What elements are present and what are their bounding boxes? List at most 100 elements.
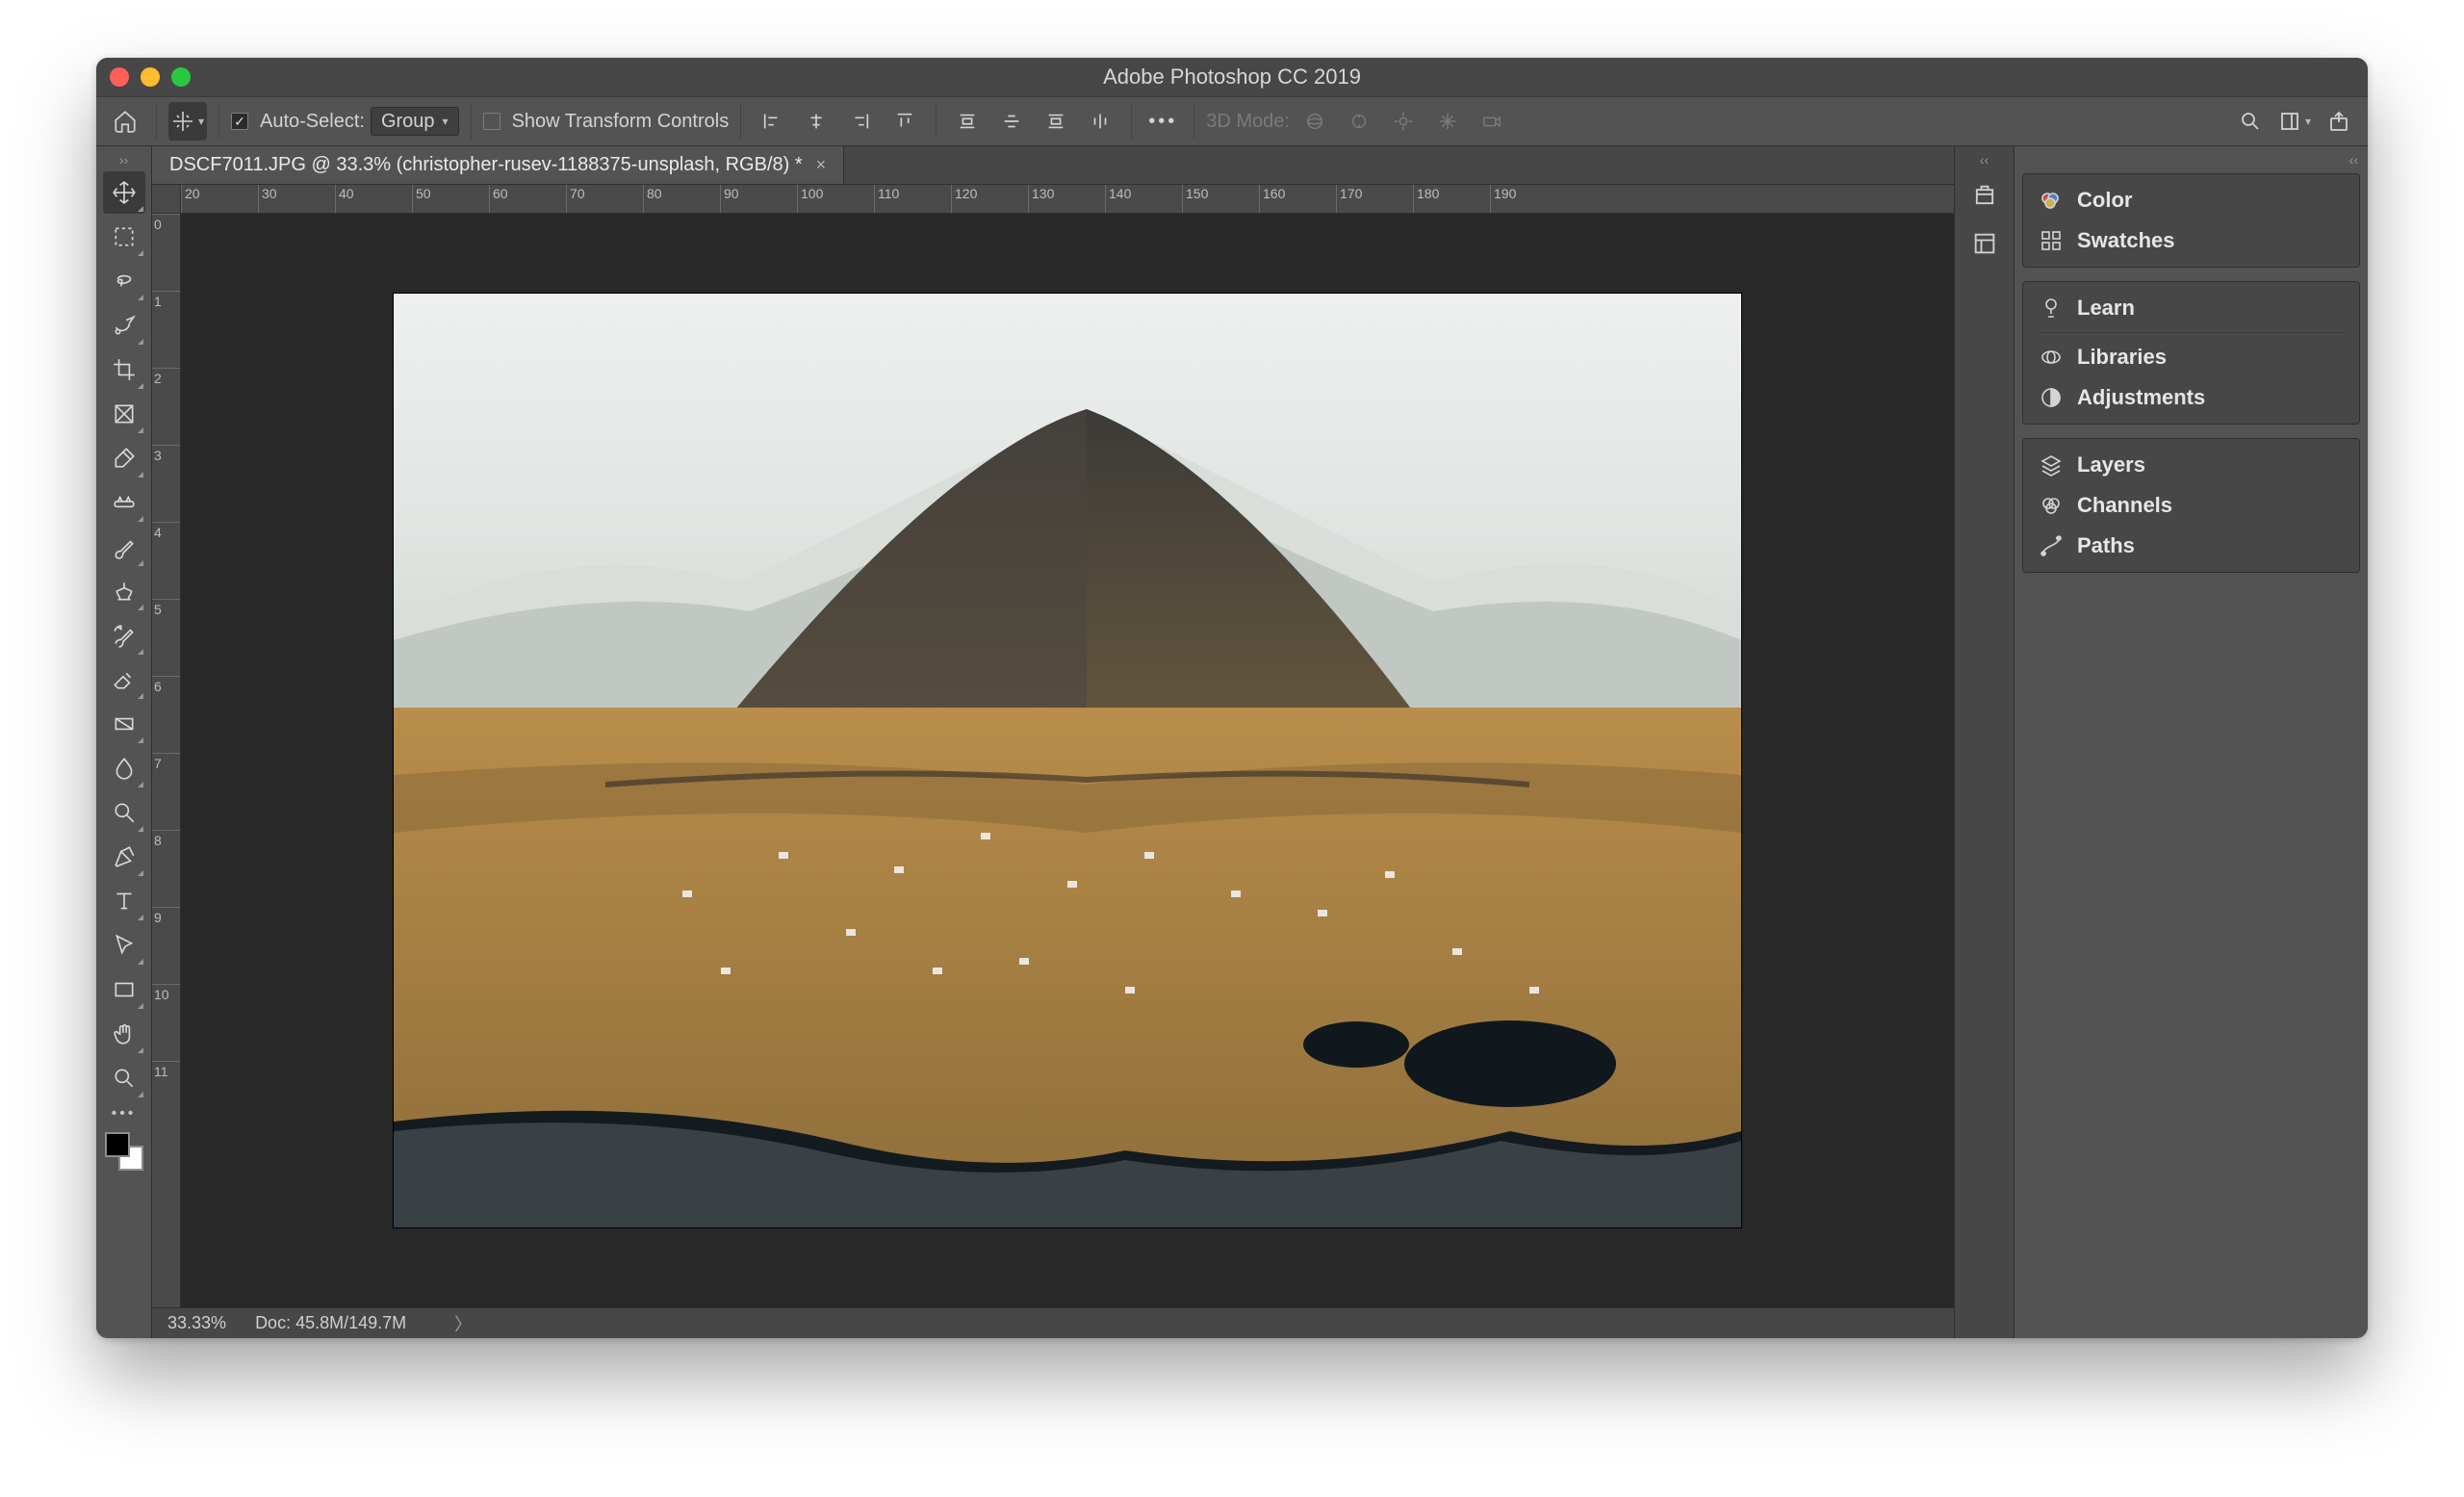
ruler-h-tick: 60 — [489, 185, 566, 214]
frame-tool[interactable] — [103, 393, 145, 435]
type-tool[interactable] — [103, 880, 145, 922]
history-panel-icon[interactable] — [1963, 173, 2007, 218]
chevron-down-icon: ▾ — [2305, 115, 2311, 128]
canvas-viewport[interactable] — [181, 214, 1954, 1307]
window-title: Adobe Photoshop CC 2019 — [96, 65, 2368, 90]
marquee-tool[interactable] — [103, 216, 145, 258]
distribute-top-button[interactable] — [948, 102, 987, 141]
panel-tab-learn[interactable]: Learn — [2023, 288, 2359, 328]
dodge-tool[interactable] — [103, 791, 145, 834]
crop-tool[interactable] — [103, 348, 145, 391]
learn-icon — [2039, 296, 2064, 321]
canvas-image — [394, 294, 1741, 1227]
panel-tab-paths[interactable]: Paths — [2023, 526, 2359, 566]
chevron-down-icon: ▾ — [198, 115, 204, 128]
align-hcenter-button[interactable] — [797, 102, 835, 141]
status-flyout-button[interactable]: 〉 — [454, 1311, 472, 1336]
panel-tab-label: Paths — [2077, 533, 2135, 558]
tool-preset-button[interactable]: ▾ — [168, 102, 207, 141]
panel-tab-channels[interactable]: Channels — [2023, 485, 2359, 526]
panel-tab-layers[interactable]: Layers — [2023, 445, 2359, 485]
eyedropper-tool[interactable] — [103, 437, 145, 479]
right-panels: ‹‹ ‹‹ Color Swatches Learn Libraries Adjust… — [1954, 146, 2368, 1338]
ruler-h-tick: 80 — [643, 185, 720, 214]
brush-tool[interactable] — [103, 526, 145, 568]
mode3d-orbit-button[interactable] — [1296, 102, 1334, 141]
document-tab-label: DSCF7011.JPG @ 33.3% (christopher-rusev-… — [169, 154, 803, 176]
align-left-button[interactable] — [753, 102, 791, 141]
window-traffic-lights — [110, 67, 191, 87]
align-more-button[interactable]: ••• — [1143, 102, 1182, 141]
show-transform-checkbox[interactable] — [483, 113, 500, 130]
path-select-tool[interactable] — [103, 924, 145, 967]
clone-stamp-tool[interactable] — [103, 570, 145, 612]
share-button[interactable] — [2320, 102, 2358, 141]
panel-tab-label: Libraries — [2077, 345, 2167, 370]
expand-strip-button[interactable]: ‹‹ — [1980, 152, 1989, 169]
ruler-vertical[interactable]: 01234567891011 — [152, 214, 181, 1307]
document-tab[interactable]: DSCF7011.JPG @ 33.3% (christopher-rusev-… — [152, 146, 844, 184]
lasso-tool[interactable] — [103, 260, 145, 302]
color-swatches[interactable] — [105, 1132, 143, 1171]
mode3d-label: 3D Mode: — [1206, 111, 1290, 133]
panel-tab-swatches[interactable]: Swatches — [2023, 220, 2359, 261]
move-tool[interactable] — [103, 171, 145, 214]
collapsed-panel-strip: ‹‹ — [1955, 146, 2015, 1338]
adjustments-icon — [2039, 385, 2064, 410]
mode3d-pan-button[interactable] — [1384, 102, 1423, 141]
panel-tab-label: Color — [2077, 188, 2132, 213]
zoom-tool[interactable] — [103, 1057, 145, 1099]
home-button[interactable] — [106, 102, 144, 141]
status-doc-size[interactable]: Doc: 45.8M/149.7M — [255, 1313, 406, 1333]
panel-tab-libraries[interactable]: Libraries — [2023, 337, 2359, 377]
search-button[interactable] — [2231, 102, 2270, 141]
ruler-h-tick: 110 — [874, 185, 951, 214]
foreground-swatch[interactable] — [105, 1132, 130, 1157]
auto-select-target-value: Group — [381, 111, 435, 133]
panel-tab-adjustments[interactable]: Adjustments — [2023, 377, 2359, 418]
gradient-tool[interactable] — [103, 703, 145, 745]
ruler-horizontal[interactable]: 2030405060708090100110120130140150160170… — [181, 185, 1954, 214]
ruler-h-tick: 140 — [1105, 185, 1182, 214]
properties-panel-icon[interactable] — [1963, 221, 2007, 266]
color-icon — [2039, 188, 2064, 213]
hand-tool[interactable] — [103, 1013, 145, 1055]
distribute-hcenter-button[interactable] — [1081, 102, 1119, 141]
distribute-bottom-button[interactable] — [1037, 102, 1075, 141]
auto-select-label: Auto-Select: — [260, 111, 365, 133]
edit-toolbar-button[interactable]: ••• — [112, 1105, 137, 1123]
close-tab-button[interactable]: × — [816, 155, 827, 175]
swatches-icon — [2039, 228, 2064, 253]
align-right-button[interactable] — [841, 102, 880, 141]
pen-tool[interactable] — [103, 836, 145, 878]
distribute-vcenter-button[interactable] — [992, 102, 1031, 141]
panel-group-color: Color Swatches — [2022, 173, 2360, 268]
ruler-h-tick: 90 — [720, 185, 797, 214]
mode3d-slide-button[interactable] — [1428, 102, 1467, 141]
mode3d-roll-button[interactable] — [1340, 102, 1378, 141]
collapse-panels-button[interactable]: ‹‹ — [2015, 152, 2368, 169]
rectangle-tool[interactable] — [103, 968, 145, 1011]
eraser-tool[interactable] — [103, 658, 145, 701]
layers-icon — [2039, 452, 2064, 477]
quick-select-tool[interactable] — [103, 304, 145, 347]
window-close-button[interactable] — [110, 67, 129, 87]
ruler-h-tick: 170 — [1336, 185, 1413, 214]
align-top-button[interactable] — [886, 102, 924, 141]
collapse-tools-button[interactable]: ›› — [119, 152, 128, 169]
history-brush-tool[interactable] — [103, 614, 145, 657]
mode3d-camera-button[interactable] — [1473, 102, 1511, 141]
window-zoom-button[interactable] — [171, 67, 191, 87]
workspace-switcher[interactable]: ▾ — [2275, 102, 2314, 141]
healing-brush-tool[interactable] — [103, 481, 145, 524]
auto-select-target-dropdown[interactable]: Group ▾ — [371, 107, 459, 136]
panel-group-layers: LayersChannels Paths — [2022, 438, 2360, 573]
show-transform-label: Show Transform Controls — [512, 111, 730, 133]
window-minimize-button[interactable] — [141, 67, 160, 87]
tool-column: ›› ••• — [96, 146, 152, 1338]
blur-tool[interactable] — [103, 747, 145, 789]
panel-tab-color[interactable]: Color — [2023, 180, 2359, 220]
status-zoom[interactable]: 33.33% — [167, 1313, 226, 1333]
panel-group-learn: Learn Libraries Adjustments — [2022, 281, 2360, 425]
auto-select-checkbox[interactable] — [231, 113, 248, 130]
